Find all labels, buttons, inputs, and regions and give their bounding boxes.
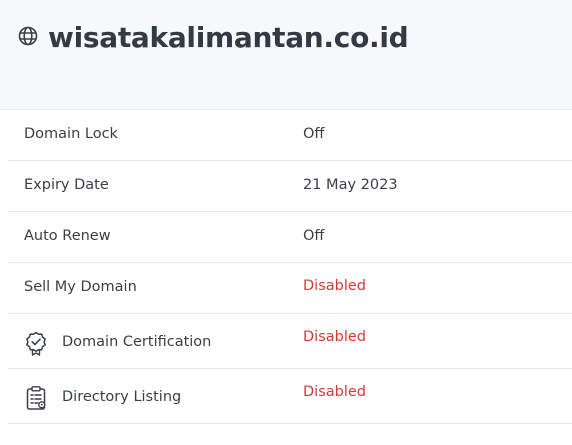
directory-listing-status: Disabled [303,384,366,400]
domain-header: wisatakalimantan.co.id [0,0,572,110]
table-row-directory-listing: Directory Listing Disabled [8,369,572,424]
certificate-badge-icon [26,331,46,356]
clipboard-list-icon [26,386,46,410]
table-row-domain-lock: Domain Lock Off [8,110,572,161]
domain-certification-label: Domain Certification [62,334,212,350]
table-row-auto-renew: Auto Renew Off [8,212,572,263]
domain-settings-table: Domain Lock Off Expiry Date 21 May 2023 … [8,110,572,424]
sell-my-domain-status: Disabled [303,278,366,294]
domain-certification-status: Disabled [303,329,366,345]
directory-listing-label: Directory Listing [62,389,182,405]
domain-lock-label: Domain Lock [24,126,118,142]
auto-renew-label: Auto Renew [24,228,111,244]
table-row-expiry-date: Expiry Date 21 May 2023 [8,161,572,212]
table-row-domain-certification: Domain Certification Disabled [8,314,572,369]
domain-name-title: wisatakalimantan.co.id [48,21,409,54]
domain-lock-value: Off [303,126,325,142]
sell-my-domain-label: Sell My Domain [24,279,137,295]
globe-icon [18,26,38,46]
auto-renew-value: Off [303,228,325,244]
expiry-date-value: 21 May 2023 [303,177,398,193]
expiry-date-label: Expiry Date [24,177,109,193]
table-row-sell-my-domain: Sell My Domain Disabled [8,263,572,314]
